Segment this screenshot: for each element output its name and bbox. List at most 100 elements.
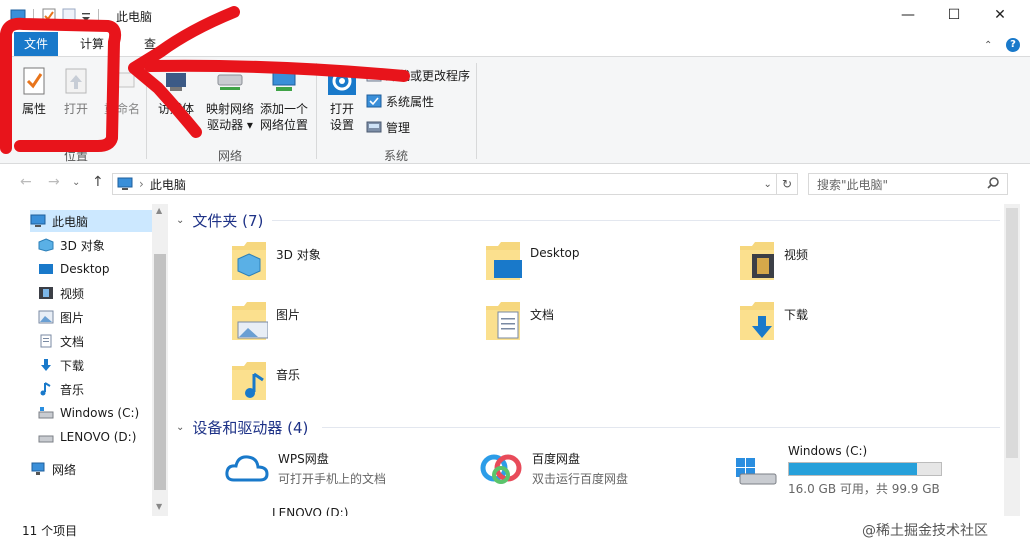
forward-arrow-icon[interactable]: → xyxy=(48,174,60,190)
device-sub: 双击运行百度网盘 xyxy=(532,472,629,486)
group-label-system: 系统 xyxy=(384,149,409,163)
device-name: Windows (C:) xyxy=(788,444,868,458)
tab-computer[interactable]: 计算 xyxy=(70,32,114,56)
scroll-down-icon[interactable]: ▼ xyxy=(156,502,162,511)
device-tile-wps[interactable]: WPS网盘 可打开手机上的文档 xyxy=(224,448,386,496)
folder-tile-desktop[interactable]: Desktop xyxy=(484,238,580,290)
back-arrow-icon[interactable]: ← xyxy=(20,174,32,190)
open-settings-button[interactable]: 打开 设置 xyxy=(316,65,368,133)
folder-document-icon xyxy=(484,298,522,344)
folder-tile-pictures[interactable]: 图片 xyxy=(230,298,300,350)
3d-objects-icon xyxy=(38,238,54,252)
scroll-up-icon[interactable]: ▲ xyxy=(156,206,162,215)
device-tile-baidu[interactable]: 百度网盘 双击运行百度网盘 xyxy=(480,448,628,496)
section-title-folders: 文件夹 (7) xyxy=(192,211,264,230)
refresh-icon[interactable]: ↻ xyxy=(782,177,792,191)
minimize-button[interactable]: — xyxy=(885,0,931,30)
network-icon xyxy=(30,462,46,476)
device-name: 百度网盘 xyxy=(532,452,581,466)
chevron-up-icon[interactable]: ⌃ xyxy=(984,40,992,51)
download-icon xyxy=(38,358,54,372)
scrollbar-thumb[interactable] xyxy=(1006,208,1018,458)
search-placeholder: 搜索"此电脑" xyxy=(817,177,889,192)
video-icon xyxy=(38,286,54,300)
device-sub: 可打开手机上的文档 xyxy=(278,472,387,486)
chevron-down-icon[interactable]: ⌄ xyxy=(176,215,184,226)
address-divider xyxy=(775,174,777,194)
content-pane: ⌄ 文件夹 (7) 3D 对象 Desktop 视频 图片 文档 下载 音乐 ⌄… xyxy=(170,204,1004,524)
breadcrumb-this-pc[interactable]: 此电脑 xyxy=(150,176,186,193)
section-folders-header[interactable]: ⌄ 文件夹 (7) xyxy=(176,209,1000,231)
rename-icon xyxy=(106,65,138,97)
tab-view[interactable]: 查 xyxy=(134,32,166,56)
folder-tile-music[interactable]: 音乐 xyxy=(230,358,300,410)
system-properties-button[interactable]: 系统属性 xyxy=(366,91,434,111)
cloud-icon xyxy=(224,448,270,488)
nav-item-network[interactable]: 网络 xyxy=(30,458,170,480)
group-label-network: 网络 xyxy=(218,149,243,163)
uninstall-programs-button[interactable]: 卸载或更改程序 xyxy=(366,65,470,85)
recent-locations-chevron-icon[interactable]: ⌄ xyxy=(72,177,80,188)
rename-button[interactable]: 重命名 xyxy=(96,65,148,117)
device-name: WPS网盘 xyxy=(278,452,329,466)
system-properties-icon xyxy=(366,93,382,109)
folder-tile-videos[interactable]: 视频 xyxy=(738,238,808,290)
customize-qat-icon[interactable] xyxy=(81,8,91,24)
address-input[interactable]: › 此电脑 ⌄ ↻ xyxy=(112,173,798,195)
folder-tile-downloads[interactable]: 下载 xyxy=(738,298,808,350)
up-arrow-icon[interactable]: ↑ xyxy=(92,174,104,190)
quick-access-toolbar xyxy=(10,7,102,25)
drive-usage-bar xyxy=(788,462,942,476)
folder-music-icon xyxy=(230,358,268,404)
section-divider xyxy=(272,220,1000,221)
manage-button[interactable]: 管理 xyxy=(366,117,410,137)
tab-file[interactable]: 文件 xyxy=(14,32,59,56)
address-bar-row: ← → ⌄ ↑ › 此电脑 ⌄ ↻ 搜索"此电脑" xyxy=(0,164,1030,204)
properties-check-icon[interactable] xyxy=(41,8,57,24)
ribbon: 属性 打开 重命名 位置 访媒体 映射网络 驱动器 ▾ 添加一个 网络位置 网络… xyxy=(0,56,1030,164)
content-scrollbar[interactable] xyxy=(1004,204,1020,524)
search-input[interactable]: 搜索"此电脑" xyxy=(808,173,1008,195)
folder-download-icon xyxy=(738,298,776,344)
help-icon[interactable]: ? xyxy=(1006,38,1020,52)
device-tile-windows-c[interactable]: Windows (C:) 16.0 GB 可用，共 99.9 GB xyxy=(734,444,942,496)
open-button[interactable]: 打开 xyxy=(50,65,102,117)
map-network-drive-button[interactable]: 映射网络 驱动器 ▾ xyxy=(204,65,256,133)
computer-icon xyxy=(117,177,133,191)
close-button[interactable]: ✕ xyxy=(977,0,1023,30)
folder-desktop-icon xyxy=(484,238,522,284)
manage-icon xyxy=(366,119,382,135)
ribbon-divider xyxy=(476,63,477,159)
document-icon xyxy=(38,334,54,348)
address-dropdown-icon[interactable]: ⌄ xyxy=(764,179,772,190)
device-sub: 16.0 GB 可用，共 99.9 GB xyxy=(788,482,940,496)
folder-tile-3d-objects[interactable]: 3D 对象 xyxy=(230,238,321,290)
computer-icon[interactable] xyxy=(10,8,26,24)
nav-item-this-pc[interactable]: 此电脑 xyxy=(30,210,154,232)
ribbon-tabs: 文件 计算 查 ⌃ ? xyxy=(0,32,1030,56)
drive-usage-fill xyxy=(789,463,917,475)
media-icon xyxy=(160,65,192,97)
add-network-location-button[interactable]: 添加一个 网络位置 xyxy=(258,65,310,133)
navigation-pane: 此电脑 3D 对象 Desktop 视频 图片 文档 下载 音乐 Windows… xyxy=(12,204,168,516)
folder-picture-icon xyxy=(230,298,269,344)
folder-tile-documents[interactable]: 文档 xyxy=(484,298,554,350)
programs-icon xyxy=(366,67,382,83)
media-access-button[interactable]: 访媒体 xyxy=(150,65,202,117)
network-location-icon xyxy=(268,65,300,97)
open-icon xyxy=(60,65,92,97)
scrollbar-thumb[interactable] xyxy=(154,254,166,490)
maximize-button[interactable]: ☐ xyxy=(931,0,977,30)
navigation-scrollbar[interactable]: ▲ ▼ xyxy=(152,204,168,516)
chevron-down-icon[interactable]: ⌄ xyxy=(176,422,184,433)
item-count: 11 个项目 xyxy=(22,524,78,538)
breadcrumb-separator-icon[interactable]: › xyxy=(139,177,144,191)
section-divider xyxy=(322,427,1000,428)
status-bar: 11 个项目 @稀土掘金技术社区 xyxy=(0,516,1030,548)
folder-3d-icon xyxy=(230,238,268,284)
section-drives-header[interactable]: ⌄ 设备和驱动器 (4) xyxy=(176,416,1000,438)
new-folder-icon[interactable] xyxy=(61,8,77,24)
search-icon[interactable] xyxy=(987,176,999,192)
drive-icon xyxy=(38,430,54,444)
qat-divider xyxy=(33,9,34,23)
